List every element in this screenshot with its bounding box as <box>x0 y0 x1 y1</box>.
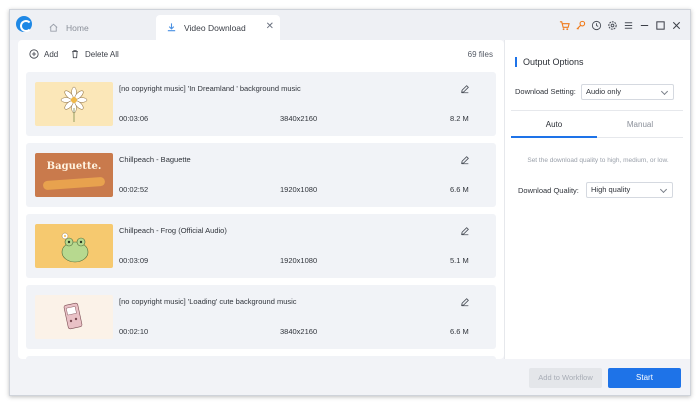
file-card[interactable]: Baguette. Chillpeach - Baguette 00:02:52… <box>26 143 496 207</box>
file-resolution: 1920x1080 <box>280 185 318 194</box>
chevron-down-icon <box>659 185 668 194</box>
file-resolution: 3840x2160 <box>280 114 318 123</box>
flower-illustration-icon <box>60 86 88 122</box>
file-title: Chillpeach - Baguette <box>119 155 191 164</box>
file-card[interactable]: [no copyright music] 'Loading' cute back… <box>26 285 496 349</box>
file-card[interactable]: [no copyright music] 'In Dreamland ' bac… <box>26 72 496 136</box>
minimize-icon[interactable] <box>636 17 652 33</box>
file-list: [no copyright music] 'In Dreamland ' bac… <box>26 72 504 359</box>
file-duration: 00:02:52 <box>119 185 149 194</box>
delete-all-button[interactable]: Delete All <box>70 49 119 59</box>
download-quality-label: Download Quality: <box>518 186 579 195</box>
title-bar-controls <box>556 10 690 40</box>
thumbnail-text: Baguette. <box>46 161 102 172</box>
add-icon <box>29 49 39 59</box>
maximize-icon[interactable] <box>652 17 668 33</box>
settings-icon[interactable] <box>604 17 620 33</box>
screen: Home Video Download ✕ Add Delete All 69 … <box>0 0 700 405</box>
chevron-down-icon <box>660 87 669 96</box>
file-duration: 00:03:09 <box>119 256 149 265</box>
add-label: Add <box>44 49 59 59</box>
output-options-panel: Output Options Download Setting: Audio o… <box>504 40 690 359</box>
file-title: [no copyright music] 'In Dreamland ' bac… <box>119 84 301 93</box>
edit-icon[interactable] <box>460 84 470 94</box>
close-tab-icon[interactable]: ✕ <box>266 21 274 33</box>
file-size: 5.1 M <box>450 256 469 265</box>
file-card[interactable]: Chillpeach - Frog (Official Audio) 00:03… <box>26 214 496 278</box>
game-console-illustration-icon <box>63 302 83 330</box>
close-window-icon[interactable] <box>668 17 684 33</box>
trash-icon <box>72 50 78 59</box>
file-title: Chillpeach - Frog (Official Audio) <box>119 226 227 235</box>
edit-icon[interactable] <box>460 297 470 307</box>
file-size: 6.6 M <box>450 185 469 194</box>
file-duration: 00:03:06 <box>119 114 149 123</box>
file-size: 8.2 M <box>450 114 469 123</box>
cart-icon[interactable] <box>556 17 572 33</box>
start-button[interactable]: Start <box>608 368 681 388</box>
footer: Add to Workflow Start <box>10 359 690 395</box>
video-thumbnail <box>35 82 113 126</box>
download-quality-select[interactable]: High quality <box>586 182 673 198</box>
file-resolution: 1920x1080 <box>280 256 318 265</box>
download-quality-value: High quality <box>591 185 631 194</box>
download-icon <box>165 22 177 34</box>
edit-icon[interactable] <box>460 155 470 165</box>
key-icon[interactable] <box>572 17 588 33</box>
tab-auto[interactable]: Auto <box>511 120 597 138</box>
file-count: 69 files <box>467 50 493 59</box>
file-title: [no copyright music] 'Loading' cute back… <box>119 297 297 306</box>
video-thumbnail <box>35 295 113 339</box>
add-button[interactable]: Add <box>29 49 58 59</box>
add-to-workflow-button[interactable]: Add to Workflow <box>529 368 602 388</box>
app-logo-icon <box>16 16 32 32</box>
tab-home[interactable]: Home <box>38 15 146 40</box>
baguette-shape <box>42 176 106 191</box>
app-window: Home Video Download ✕ Add Delete All 69 … <box>9 9 691 396</box>
divider <box>511 110 683 111</box>
download-setting-label: Download Setting: <box>515 87 576 96</box>
edit-icon[interactable] <box>460 226 470 236</box>
tab-manual[interactable]: Manual <box>597 120 683 138</box>
home-icon <box>47 22 59 34</box>
menu-icon[interactable] <box>620 17 636 33</box>
download-setting-select[interactable]: Audio only <box>581 84 674 100</box>
tab-video-download-label: Video Download <box>184 22 246 33</box>
frog-illustration-icon <box>61 232 89 263</box>
download-setting-value: Audio only <box>586 87 622 96</box>
delete-all-label: Delete All <box>85 49 119 59</box>
auto-description: Set the download quality to high, medium… <box>527 157 669 164</box>
tab-video-download[interactable]: Video Download ✕ <box>156 15 280 40</box>
clock-icon[interactable] <box>588 17 604 33</box>
video-thumbnail: Baguette. <box>35 153 113 197</box>
output-options-title: Output Options <box>515 57 584 67</box>
list-toolbar: Add Delete All 69 files <box>18 40 504 70</box>
file-list-panel: Add Delete All 69 files [no copyright mu… <box>18 40 504 359</box>
file-size: 6.6 M <box>450 327 469 336</box>
title-bar: Home Video Download ✕ <box>10 10 690 40</box>
file-resolution: 3840x2160 <box>280 327 318 336</box>
file-duration: 00:02:10 <box>119 327 149 336</box>
video-thumbnail <box>35 224 113 268</box>
tab-home-label: Home <box>66 22 89 33</box>
